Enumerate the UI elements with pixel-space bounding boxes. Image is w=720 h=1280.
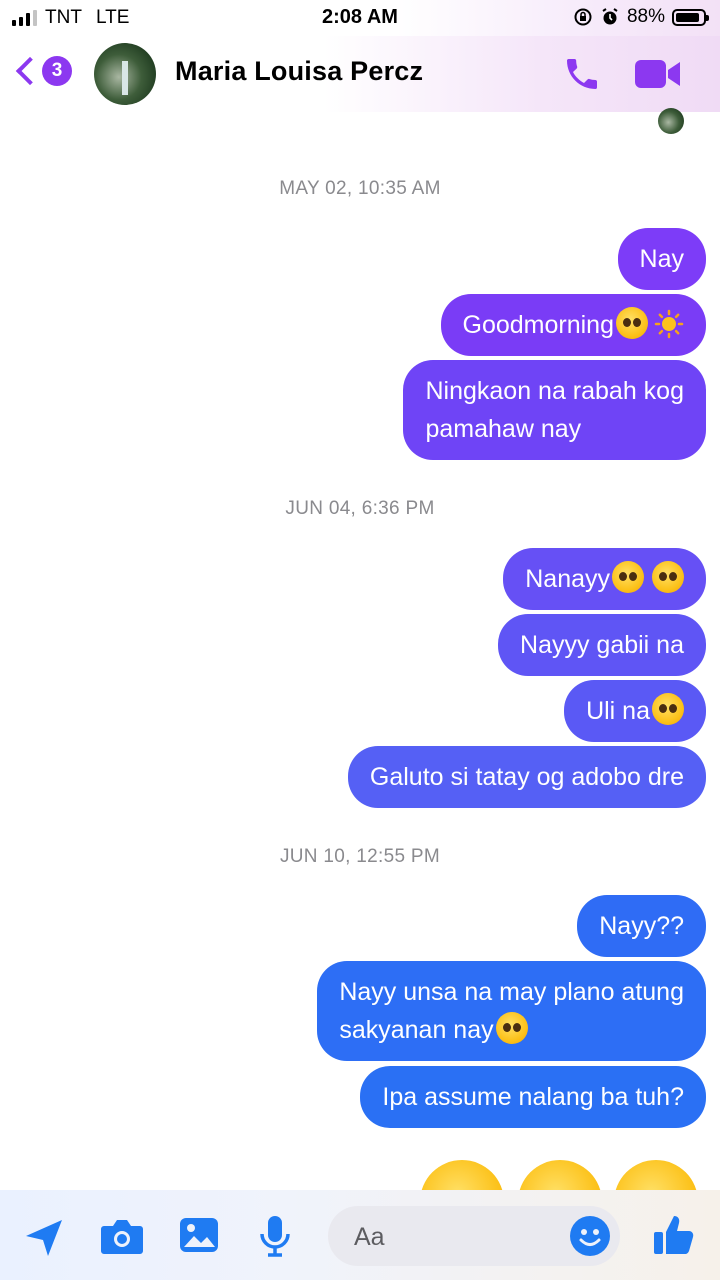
camera-icon[interactable] (100, 1216, 144, 1256)
confounded-face-icon (652, 693, 684, 725)
battery-icon (672, 8, 709, 26)
timestamp: JUN 04, 6:36 PM (285, 498, 435, 519)
message-input-container (328, 1206, 620, 1268)
sun-icon (654, 309, 684, 339)
message-text: Nayyy gabii na (520, 631, 684, 659)
message-text: Nanayy (525, 565, 610, 593)
message-bubble[interactable]: Ningkaon na rabah kog pamahaw nay (403, 360, 706, 460)
disappointed-face-icon (652, 561, 684, 593)
message-bubble[interactable]: Nayy?? (577, 895, 706, 957)
timestamp: MAY 02, 10:35 AM (279, 178, 441, 199)
read-receipt-avatar (658, 108, 684, 134)
gallery-icon[interactable] (178, 1216, 220, 1254)
composer-bar (0, 1190, 720, 1280)
video-camera-icon[interactable] (634, 58, 682, 90)
message-text-line: Ningkaon na rabah kog (425, 377, 684, 405)
pleading-face-icon (612, 561, 644, 593)
message-text: Nay (639, 245, 684, 273)
message-text: Galuto si tatay og adobo dre (369, 763, 684, 791)
message-text-line: sakyanan nay (339, 1016, 494, 1044)
location-arrow-icon[interactable] (22, 1216, 66, 1260)
chat-header: 3 Maria Louisa Percz (0, 36, 720, 112)
message-bubble[interactable]: Galuto si tatay og adobo dre (347, 746, 706, 808)
message-bubble[interactable]: Goodmorning (440, 294, 706, 356)
phone-icon[interactable] (562, 54, 602, 94)
message-text-line: Nayy unsa na may plano atung (339, 978, 684, 1006)
pleading-face-icon (495, 1012, 528, 1044)
rotation-lock-icon (574, 8, 592, 26)
message-bubble[interactable]: Ipa assume nalang ba tuh? (360, 1066, 706, 1128)
thumbs-up-icon[interactable] (652, 1212, 696, 1258)
message-bubble[interactable]: Uli na (564, 680, 706, 742)
message-text: Uli na (586, 697, 650, 725)
alarm-icon (602, 8, 618, 25)
avatar[interactable] (94, 43, 156, 105)
message-bubble[interactable]: Nayy unsa na may plano atung sakyanan na… (317, 961, 706, 1061)
message-text: Nayy?? (599, 912, 684, 940)
emoji-picker-icon[interactable] (570, 1216, 610, 1256)
message-bubble[interactable]: Nayyy gabii na (498, 614, 706, 676)
status-bar: TNT LTE 2:08 AM 88% (0, 0, 720, 36)
message-bubble[interactable]: Nanayy (503, 548, 706, 610)
unread-badge: 3 (42, 56, 72, 86)
message-text: Ipa assume nalang ba tuh? (382, 1083, 684, 1111)
message-input[interactable] (352, 1206, 556, 1268)
chevron-left-icon (15, 56, 45, 86)
back-button[interactable]: 3 (15, 56, 72, 86)
battery-percent: 88% (626, 6, 665, 27)
contact-name[interactable]: Maria Louisa Percz (175, 56, 423, 87)
timestamp: JUN 10, 12:55 PM (279, 846, 441, 867)
message-bubble[interactable]: Nay (617, 228, 706, 290)
message-text-line: pamahaw nay (425, 415, 582, 443)
pleading-face-icon (616, 307, 648, 339)
microphone-icon[interactable] (258, 1214, 292, 1258)
message-text: Goodmorning (462, 311, 614, 339)
